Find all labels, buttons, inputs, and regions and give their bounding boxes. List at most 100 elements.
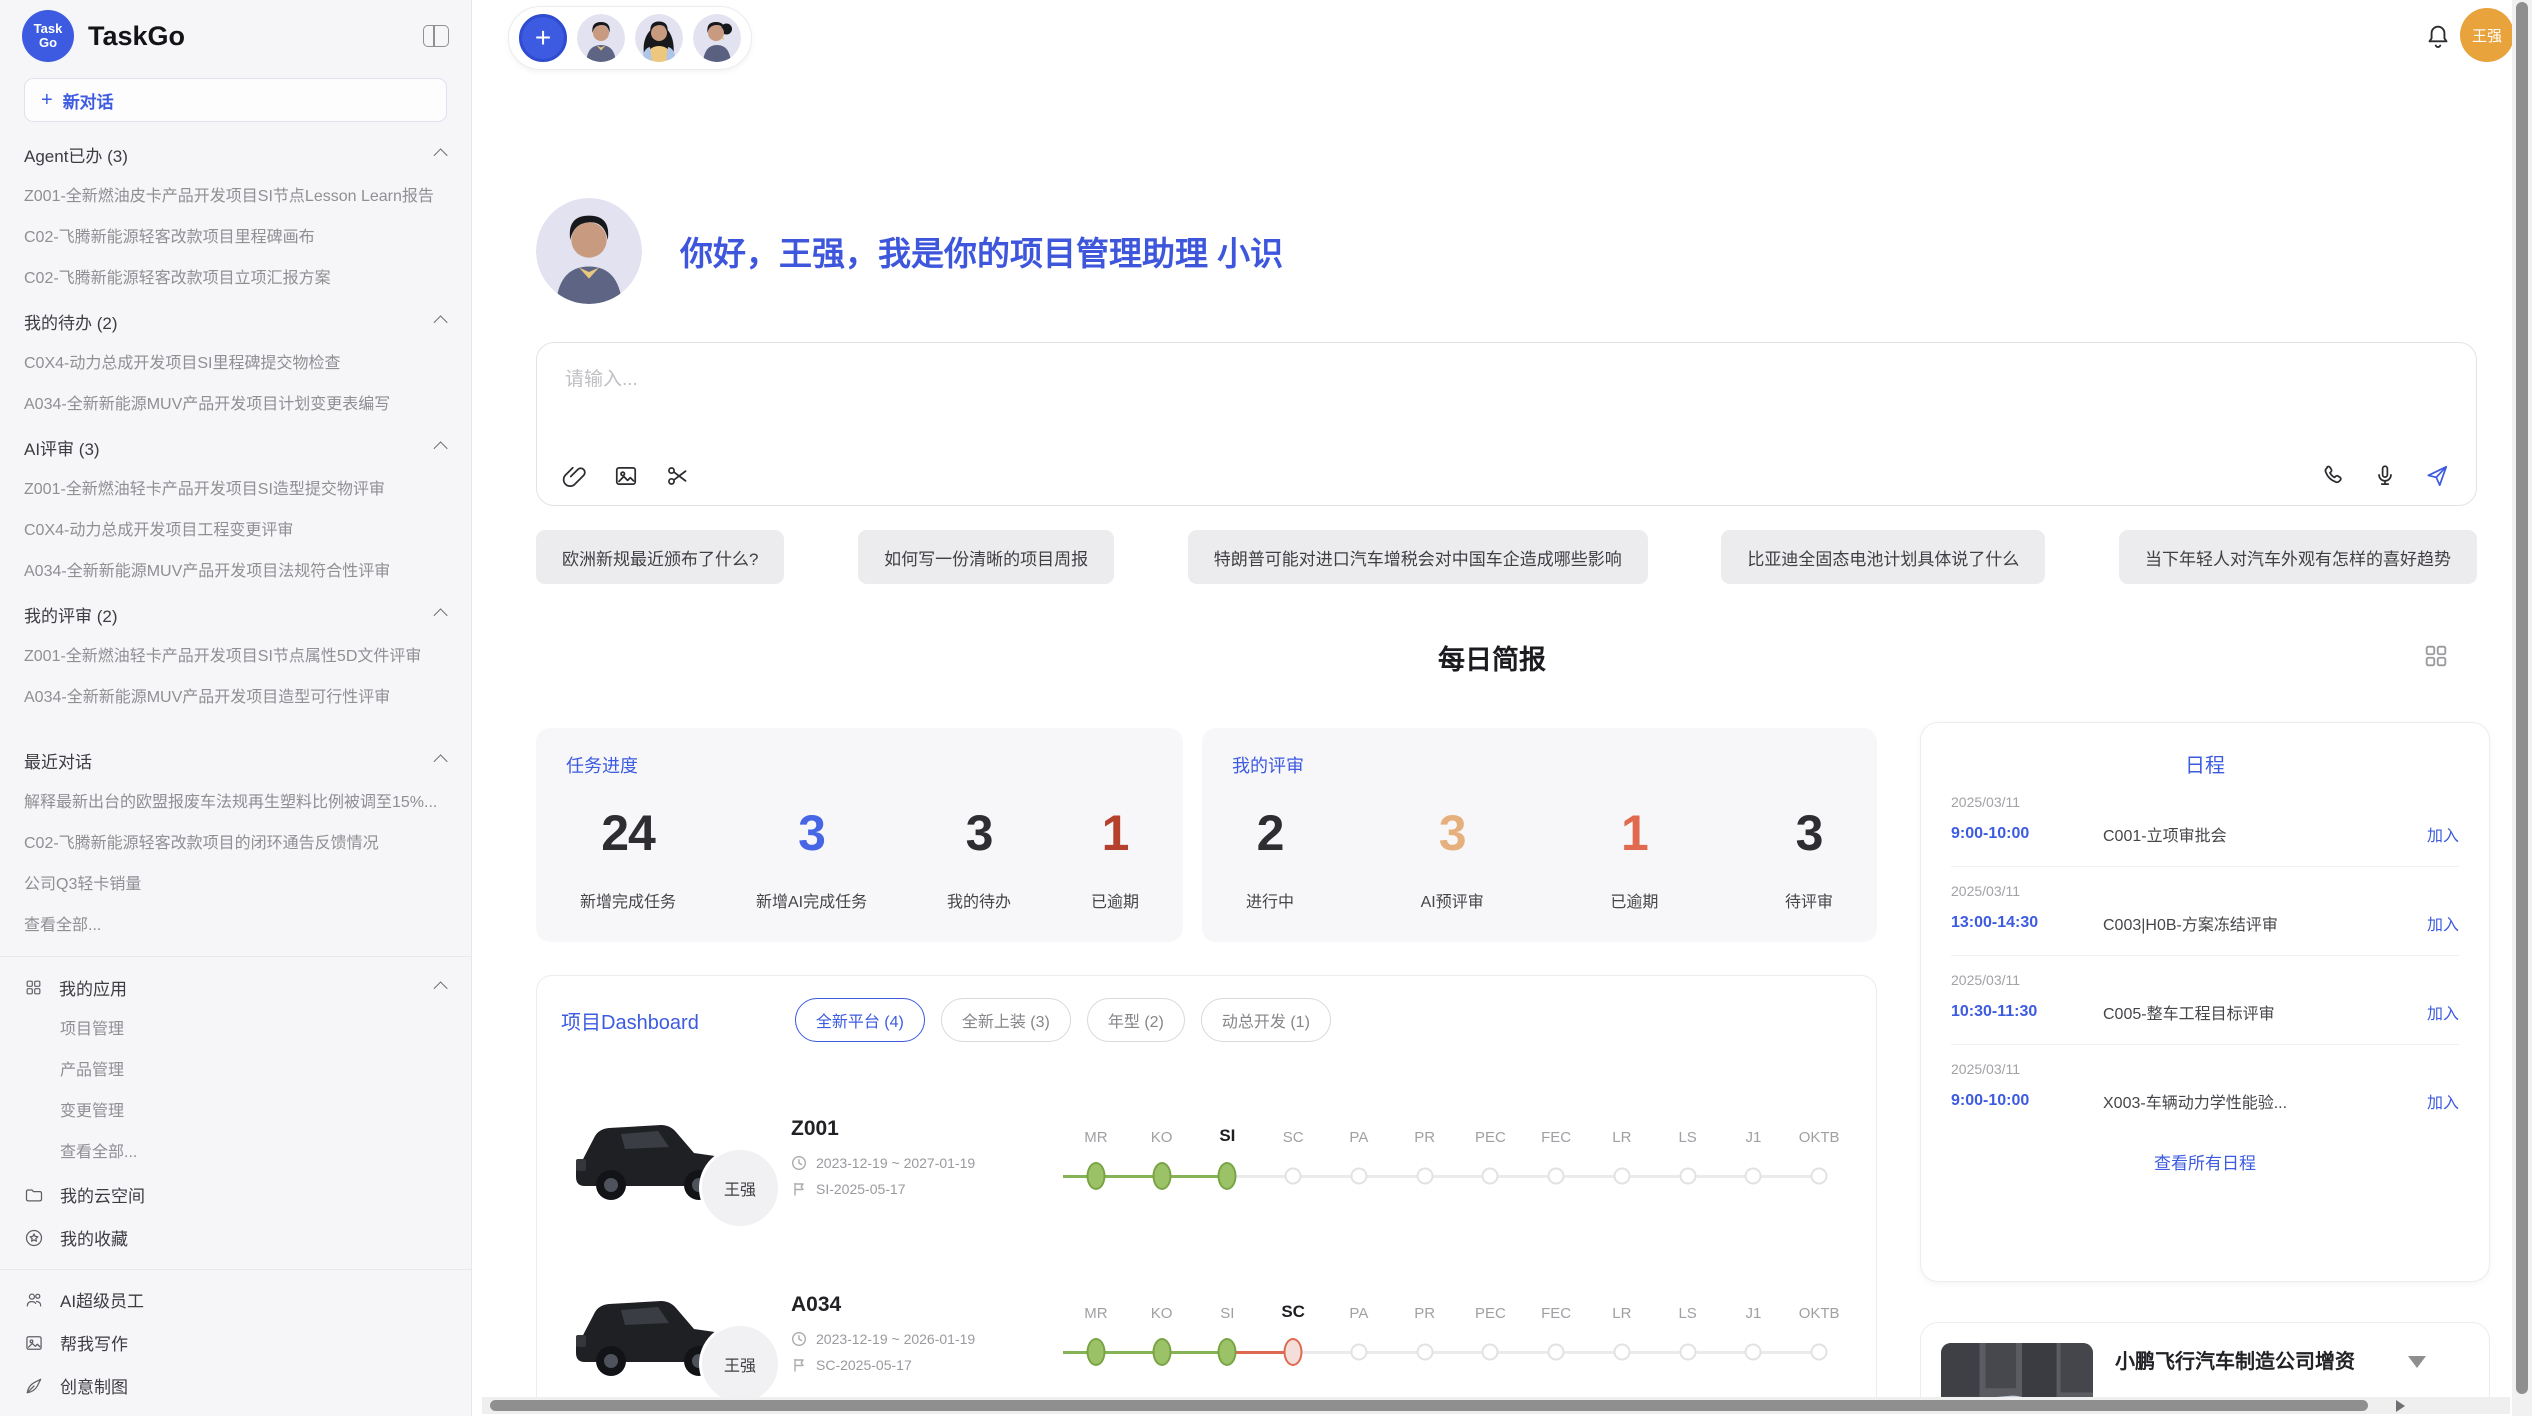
attachment-icon[interactable] [561, 463, 587, 489]
notification-bell-icon[interactable] [2424, 22, 2452, 50]
suggestion-chip[interactable]: 特朗普可能对进口汽车增税会对中国车企造成哪些影响 [1188, 530, 1648, 584]
sidebar-item[interactable]: A034-全新新能源MUV产品开发项目法规符合性评审 [24, 551, 447, 592]
sidebar-item-my-apps[interactable]: 我的应用 [24, 965, 447, 1009]
milestone-label: PEC [1475, 1292, 1506, 1322]
send-icon[interactable] [2424, 463, 2450, 489]
horizontal-scrollbar-thumb[interactable] [490, 1400, 2368, 1411]
sidebar-item[interactable]: C02-飞腾新能源轻客改款项目立项汇报方案 [24, 258, 447, 299]
microphone-icon[interactable] [2372, 463, 2398, 489]
stat-label: AI预评审 [1421, 888, 1484, 912]
milestone-dot [1811, 1168, 1828, 1185]
milestone: PA [1326, 1116, 1392, 1198]
sidebar-item[interactable]: A034-全新新能源MUV产品开发项目计划变更表编写 [24, 384, 447, 425]
user-avatar[interactable]: 王强 [2460, 8, 2514, 62]
scroll-down-indicator[interactable] [2408, 1356, 2426, 1368]
suggestion-chip[interactable]: 比亚迪全固态电池计划具体说了什么 [1721, 530, 2045, 584]
add-agent-button[interactable]: + [519, 14, 567, 62]
sidebar-item[interactable]: Z001-全新燃油皮卡产品开发项目SI节点Lesson Learn报告 [24, 176, 447, 217]
scroll-right-arrow[interactable] [2396, 1400, 2405, 1412]
sidebar-app-item[interactable]: 查看全部... [24, 1132, 447, 1173]
agent-avatar[interactable] [577, 14, 625, 62]
chat-input-card [536, 342, 2477, 506]
vertical-scrollbar[interactable] [2512, 0, 2532, 1416]
daily-briefing-title: 每日简报 [472, 638, 2512, 677]
scissors-icon[interactable] [665, 463, 691, 489]
sidebar-section-header[interactable]: 我的评审 (2) [24, 592, 447, 636]
view-all-schedule-link[interactable]: 查看所有日程 [1951, 1133, 2459, 1190]
sidebar: TaskGo TaskGo + 新对话 Agent已办 (3)Z001-全新燃油… [0, 0, 472, 1416]
sidebar-app-item[interactable]: 变更管理 [24, 1091, 447, 1132]
dashboard-tab[interactable]: 动总开发 (1) [1201, 998, 1331, 1042]
milestone: PR [1392, 1116, 1458, 1198]
sidebar-item-folder[interactable]: 我的云空间 [24, 1173, 447, 1216]
horizontal-scrollbar[interactable] [482, 1397, 2510, 1414]
collapse-sidebar-icon[interactable] [423, 25, 449, 47]
stat-value: 2 [1246, 804, 1294, 862]
join-link[interactable]: 加入 [2427, 1000, 2459, 1024]
milestone-label: MR [1084, 1116, 1107, 1146]
phone-icon[interactable] [2320, 463, 2346, 489]
sidebar-item[interactable]: A034-全新新能源MUV产品开发项目造型可行性评审 [24, 677, 447, 718]
sidebar-item[interactable]: 公司Q3轻卡销量 [24, 864, 447, 905]
sidebar-item-pen[interactable]: 创意制图 [24, 1364, 447, 1407]
dashboard-tab[interactable]: 全新上装 (3) [941, 998, 1071, 1042]
milestone-dot [1679, 1168, 1696, 1185]
new-chat-button[interactable]: + 新对话 [24, 78, 447, 122]
sidebar-item-label: 我的收藏 [60, 1225, 128, 1250]
suggestion-chip[interactable]: 欧洲新规最近颁布了什么? [536, 530, 784, 584]
chevron-up-icon [434, 754, 448, 768]
plus-icon: + [41, 89, 53, 112]
sidebar-section-header[interactable]: AI评审 (3) [24, 425, 447, 469]
sidebar-item-users[interactable]: AI超级员工 [24, 1278, 447, 1321]
suggestion-chip[interactable]: 如何写一份清晰的项目周报 [858, 530, 1114, 584]
join-link[interactable]: 加入 [2427, 911, 2459, 935]
sidebar-item[interactable]: C0X4-动力总成开发项目工程变更评审 [24, 510, 447, 551]
sidebar-item[interactable]: 解释最新出台的欧盟报废车法规再生塑料比例被调至15%... [24, 782, 447, 823]
chat-input[interactable] [565, 369, 1665, 391]
sidebar-item-image[interactable]: 帮我写作 [24, 1321, 447, 1364]
project-row[interactable]: 王强A0342023-12-19 ~ 2026-01-19SC-2025-05-… [537, 1258, 1876, 1398]
sidebar-section-header[interactable]: 我的待办 (2) [24, 299, 447, 343]
owner-badge: 王强 [699, 1147, 781, 1229]
suggestion-chip[interactable]: 当下年轻人对汽车外观有怎样的喜好趋势 [2119, 530, 2477, 584]
sidebar-item[interactable]: C02-飞腾新能源轻客改款项目的闭环通告反馈情况 [24, 823, 447, 864]
stat: 3AI预评审 [1421, 804, 1484, 912]
sidebar-section-header[interactable]: 最近对话 [24, 738, 447, 782]
chevron-up-icon [434, 981, 448, 995]
join-link[interactable]: 加入 [2427, 1089, 2459, 1113]
event-time: 10:30-11:30 [1951, 1003, 2103, 1021]
briefing-layout-icon[interactable] [2422, 642, 2450, 670]
sidebar-item[interactable]: C02-飞腾新能源轻客改款项目里程碑画布 [24, 217, 447, 258]
milestone-dot [1350, 1168, 1367, 1185]
stat-value: 1 [1091, 804, 1139, 862]
divider [0, 956, 471, 957]
vertical-scrollbar-thumb[interactable] [2516, 2, 2528, 1394]
sidebar-item[interactable]: 查看全部... [24, 905, 447, 946]
stat-card: 我的评审2进行中3AI预评审1已逾期3待评审 [1202, 728, 1877, 942]
milestone: KO [1129, 1292, 1195, 1374]
sidebar-item-star[interactable]: 我的收藏 [24, 1216, 447, 1259]
sidebar-item[interactable]: Z001-全新燃油轻卡产品开发项目SI节点属性5D文件评审 [24, 636, 447, 677]
section-title: AI评审 (3) [24, 435, 100, 460]
sidebar-app-item[interactable]: 项目管理 [24, 1009, 447, 1050]
news-card[interactable]: 小鹏飞行汽车制造公司增资 天眼查 App 显示，近日广州汇天飞行汽... [1920, 1322, 2490, 1398]
agent-avatar[interactable] [693, 14, 741, 62]
section-title: 我的待办 (2) [24, 309, 118, 334]
milestone-label: LS [1678, 1116, 1696, 1146]
join-link[interactable]: 加入 [2427, 822, 2459, 846]
sidebar-app-item[interactable]: 产品管理 [24, 1050, 447, 1091]
image-upload-icon[interactable] [613, 463, 639, 489]
project-row[interactable]: 王强Z0012023-12-19 ~ 2027-01-19SI-2025-05-… [537, 1082, 1876, 1232]
agent-avatar[interactable] [635, 14, 683, 62]
sidebar-section-header[interactable]: Agent已办 (3) [24, 132, 447, 176]
dashboard-tab[interactable]: 全新平台 (4) [795, 998, 925, 1042]
schedule-event: 2025/03/1110:30-11:30C005-整车工程目标评审加入 [1951, 956, 2459, 1045]
milestone-label: PA [1349, 1292, 1368, 1322]
milestone-label: OKTB [1799, 1292, 1840, 1322]
sidebar-item[interactable]: C0X4-动力总成开发项目SI里程碑提交物检查 [24, 343, 447, 384]
sidebar-item-label: 帮我写作 [60, 1330, 128, 1355]
dashboard-tab[interactable]: 年型 (2) [1087, 998, 1185, 1042]
sidebar-item[interactable]: Z001-全新燃油轻卡产品开发项目SI造型提交物评审 [24, 469, 447, 510]
milestone-dot [1811, 1344, 1828, 1361]
dashboard-title: 项目Dashboard [561, 1006, 699, 1035]
